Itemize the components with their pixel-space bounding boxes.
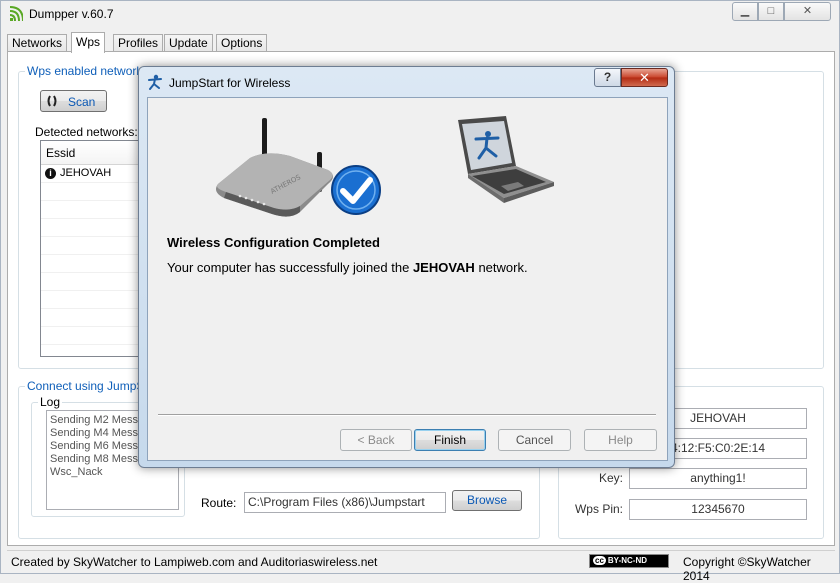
tab-networks[interactable]: Networks [7,34,68,52]
wifi-app-icon [9,6,23,22]
dialog-title: JumpStart for Wireless [169,76,291,90]
key-field[interactable]: anything1! [629,468,807,489]
wps-pin-label: Wps Pin: [574,502,623,516]
tab-options[interactable]: Options [216,34,268,52]
cc-mark: cc [593,556,606,565]
wps-networks-group-title: Wps enabled networks [25,64,151,78]
column-header-essid[interactable]: Essid [41,141,149,165]
jumpstart-dialog: JumpStart for Wireless ? ✕ ATHEROS Wirel… [138,66,675,468]
maximize-button[interactable]: □ [758,2,784,21]
dialog-help-icon-button[interactable]: ? [594,68,621,87]
status-copyright: Copyright ©SkyWatcher 2014 [683,555,811,583]
list-item-empty [41,292,149,309]
key-label: Key: [598,471,623,485]
success-check-icon [331,165,381,215]
wps-pin-field[interactable]: 12345670 [629,499,807,520]
dialog-close-button[interactable]: ✕ [621,68,668,87]
close-button[interactable]: ✕ [784,2,831,21]
list-item-empty [41,184,149,201]
laptop-icon [458,116,554,203]
title-bar[interactable]: Dumpper v.60.7 ▁ □ ✕ [1,1,839,29]
detected-networks-label: Detected networks: [35,125,138,139]
scan-button[interactable]: Scan [40,90,107,112]
cc-license-badge[interactable]: cc BY-NC-ND [589,554,669,568]
scan-icon [47,95,57,107]
message-text-end: network. [474,260,528,275]
dialog-body: ATHEROS Wireless Configuration Completed… [147,97,668,461]
tab-wps[interactable]: Wps [71,32,105,53]
dialog-message: Your computer has successfully joined th… [167,260,528,275]
list-item-empty [41,238,149,255]
message-network-name: JEHOVAH [412,260,475,275]
route-input[interactable]: C:\Program Files (x86)\Jumpstart [244,492,446,513]
list-item-empty [41,328,149,345]
message-text: Your computer has successfully joined th… [167,260,413,275]
log-group-title: Log [38,395,63,409]
list-item-empty [41,220,149,237]
status-bar: Created by SkyWatcher to Lampiweb.com an… [7,550,835,583]
dialog-separator [158,414,656,416]
list-item-empty [41,310,149,327]
cancel-button[interactable]: Cancel [498,429,571,451]
cc-text: BY-NC-ND [607,556,648,565]
list-item[interactable]: i JEHOVAH [41,166,149,183]
network-essid: JEHOVAH [60,167,112,179]
browse-button[interactable]: Browse [452,490,522,511]
dialog-heading: Wireless Configuration Completed [167,235,380,250]
help-button[interactable]: Help [584,429,657,451]
list-item-empty [41,256,149,273]
info-icon: i [45,168,56,179]
status-credits: Created by SkyWatcher to Lampiweb.com an… [11,555,378,569]
tab-update[interactable]: Update [164,34,213,52]
list-item-empty [41,274,149,291]
column-header-essid-label: Essid [46,146,76,160]
finish-button[interactable]: Finish [414,429,486,451]
minimize-button[interactable]: ▁ [732,2,758,21]
tab-profiles[interactable]: Profiles [113,34,164,52]
route-label: Route: [201,496,237,510]
list-item-empty [41,202,149,219]
back-button[interactable]: < Back [340,429,412,451]
jumpstart-app-icon [148,74,162,90]
networks-list[interactable]: Essid i JEHOVAH [40,140,150,357]
scan-button-label: Scan [68,95,96,109]
window-title: Dumpper v.60.7 [29,7,114,21]
